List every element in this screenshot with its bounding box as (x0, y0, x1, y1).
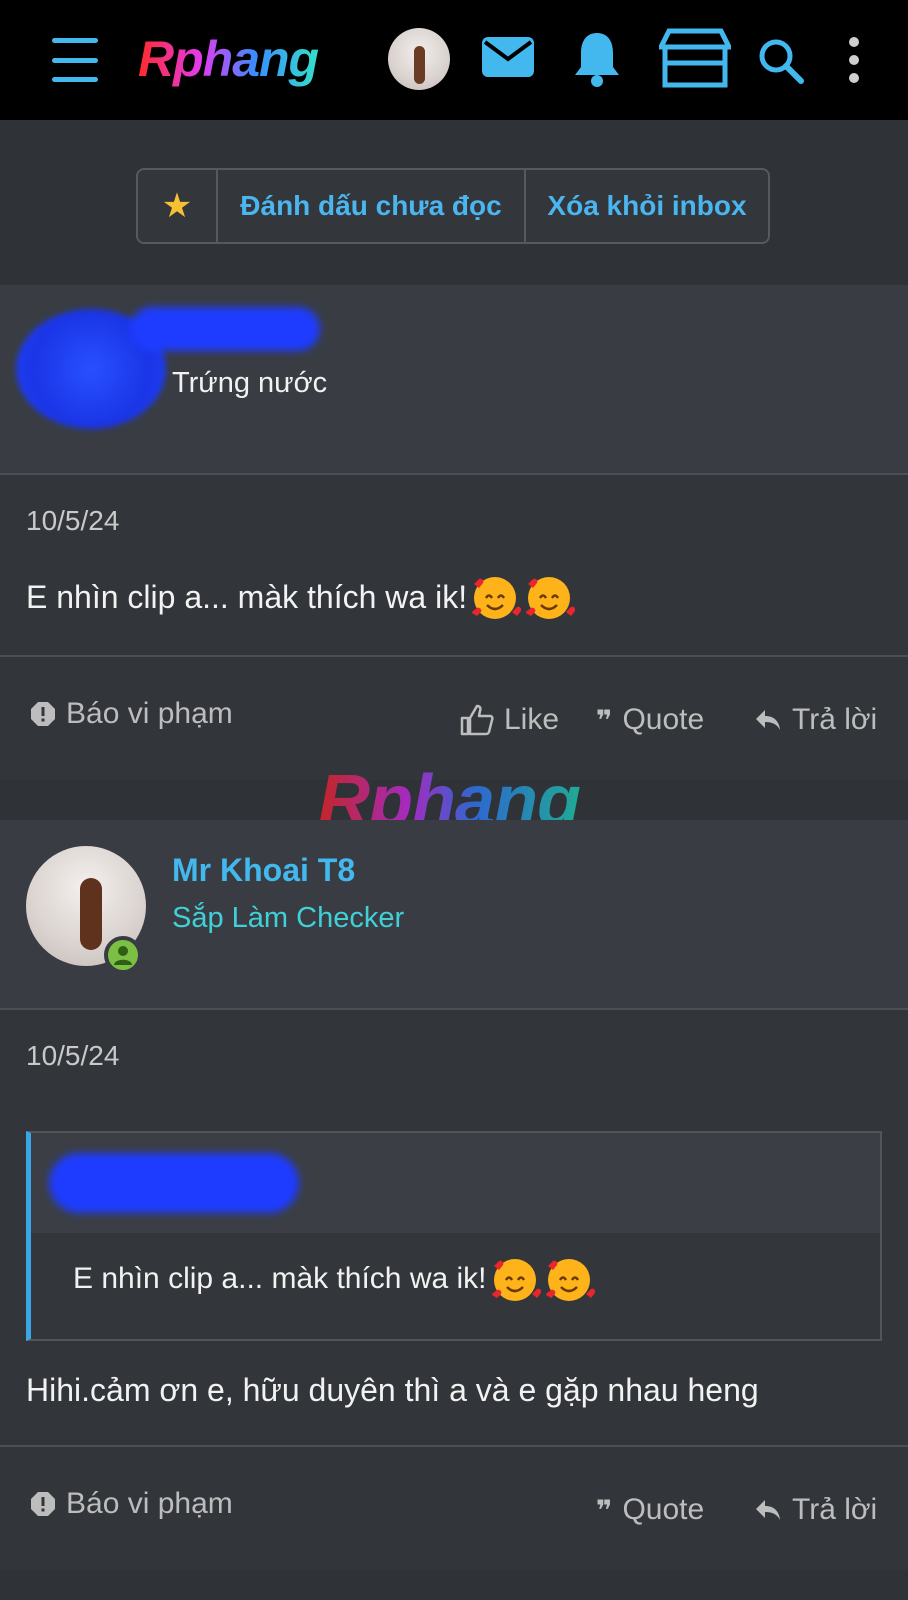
like-label: Like (504, 703, 560, 736)
quote-header (31, 1133, 880, 1233)
user-title: Sắp Làm Checker (172, 902, 405, 934)
smiling-face-with-hearts-icon (545, 1259, 595, 1301)
star-icon[interactable]: ★ (138, 170, 218, 242)
reply-icon (754, 708, 782, 732)
like-button[interactable]: Like (460, 703, 559, 737)
reply-button[interactable]: Trả lời (754, 1493, 877, 1527)
quoted-text-content: E nhìn clip a... màk thích wa ik! (73, 1262, 487, 1295)
smiling-face-with-hearts-icon (526, 577, 576, 619)
mail-icon[interactable] (480, 32, 536, 82)
conversation-actions: ★ Đánh dấu chưa đọc Xóa khỏi inbox (136, 168, 770, 244)
mark-unread-button[interactable]: Đánh dấu chưa đọc (218, 170, 526, 242)
smiling-face-with-hearts-icon (491, 1259, 541, 1301)
redacted-quote-author (49, 1153, 299, 1213)
remove-from-inbox-button[interactable]: Xóa khỏi inbox (526, 170, 768, 242)
message-date: 10/5/24 (26, 505, 120, 536)
thumbs-up-icon (460, 704, 494, 736)
quote-icon: ❞ (596, 704, 613, 736)
alert-icon (30, 701, 56, 727)
search-icon[interactable] (756, 36, 806, 86)
quote-label: Quote (622, 703, 705, 736)
bell-icon[interactable] (572, 28, 622, 88)
redacted-username (130, 307, 320, 351)
store-icon[interactable] (658, 26, 732, 90)
site-logo[interactable]: Rphang (138, 30, 319, 88)
message-text: E nhìn clip a... màk thích wa ik! (26, 571, 576, 623)
more-icon[interactable] (840, 34, 868, 86)
quote-button[interactable]: ❞ Quote (596, 1493, 704, 1527)
top-navigation-bar: Rphang (0, 0, 908, 120)
report-button[interactable]: Báo vi phạm (30, 1487, 233, 1521)
user-avatar[interactable] (388, 28, 450, 90)
message-1-header: Trứng nước (0, 285, 908, 475)
reply-icon (754, 1498, 782, 1522)
reply-button[interactable]: Trả lời (754, 703, 877, 737)
quote-label: Quote (622, 1493, 705, 1526)
reply-label: Trả lời (792, 703, 878, 736)
message-text: Hihi.cảm ơn e, hữu duyên thì a và e gặp … (26, 1372, 759, 1408)
reply-label: Trả lời (792, 1493, 878, 1526)
alert-icon (30, 1491, 56, 1517)
quoted-message: E nhìn clip a... màk thích wa ik! (26, 1131, 882, 1341)
quote-icon: ❞ (596, 1494, 613, 1526)
report-label: Báo vi phạm (66, 697, 233, 730)
smiling-face-with-hearts-icon (472, 577, 522, 619)
online-status-icon (104, 936, 142, 974)
report-label: Báo vi phạm (66, 1487, 233, 1520)
user-title: Trứng nước (172, 367, 328, 399)
message-1-body: 10/5/24 E nhìn clip a... màk thích wa ik… (0, 475, 908, 655)
menu-icon[interactable] (48, 38, 102, 82)
quote-button[interactable]: ❞ Quote (596, 703, 704, 737)
message-2-footer: Báo vi phạm ❞ Quote Trả lời (0, 1445, 908, 1570)
message-text-content: E nhìn clip a... màk thích wa ik! (26, 578, 468, 615)
report-button[interactable]: Báo vi phạm (30, 697, 233, 731)
username-link[interactable]: Mr Khoai T8 (172, 852, 355, 889)
quoted-text: E nhìn clip a... màk thích wa ik! (73, 1253, 595, 1305)
message-date: 10/5/24 (26, 1040, 120, 1071)
